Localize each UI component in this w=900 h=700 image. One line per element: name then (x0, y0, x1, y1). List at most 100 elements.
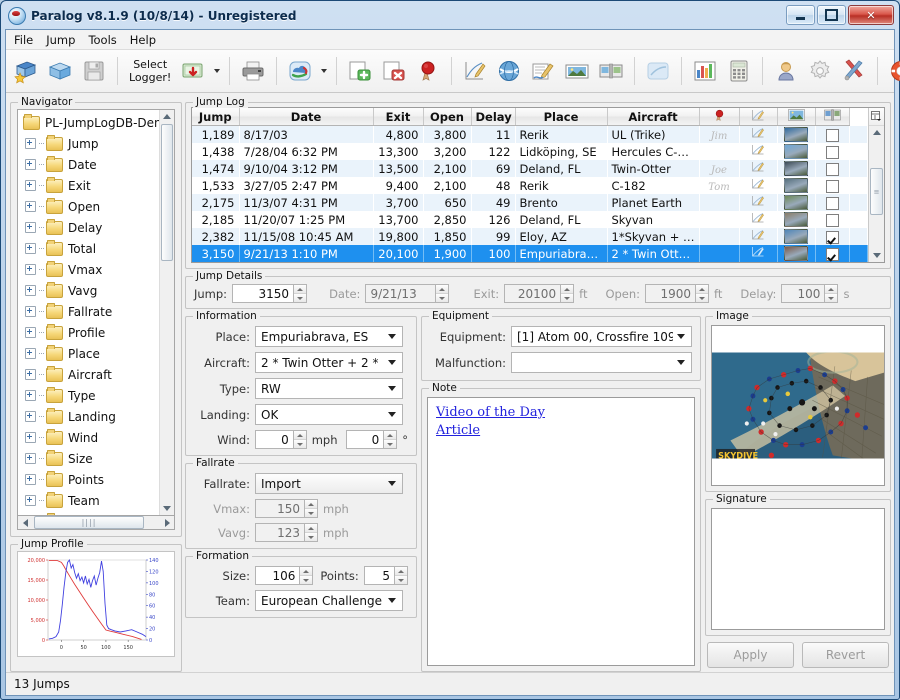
gallery-checkbox-cell[interactable] (815, 160, 849, 177)
stepper-up[interactable] (395, 567, 407, 576)
tree-node-type[interactable]: Type (20, 385, 159, 406)
gallery-checkbox-cell[interactable] (815, 245, 850, 262)
profile-cell[interactable] (739, 177, 777, 194)
column-header-photo[interactable] (777, 108, 816, 126)
scrollbar-thumb[interactable]: |||| (34, 516, 144, 529)
scroll-down-icon[interactable] (869, 249, 884, 262)
fallrate-combobox[interactable]: Import (255, 473, 403, 494)
logger-dropdown-arrow[interactable] (211, 55, 222, 87)
expand-icon[interactable] (25, 285, 36, 296)
jump-image[interactable]: SKYDIVE (711, 325, 885, 486)
expand-icon[interactable] (25, 474, 36, 485)
gallery-icon[interactable] (595, 55, 627, 87)
column-header-aircraft[interactable]: Aircraft (607, 108, 700, 126)
stepper-down[interactable] (305, 509, 317, 517)
stepper-up[interactable] (294, 285, 307, 294)
select-logger-button[interactable]: Select Logger! (125, 58, 175, 84)
gallery-checkbox[interactable] (825, 162, 839, 176)
signature-cell[interactable] (699, 143, 739, 160)
stepper-down[interactable] (395, 576, 407, 584)
expand-icon[interactable] (25, 369, 36, 380)
landing-combobox[interactable]: OK (255, 404, 403, 425)
column-header-place[interactable]: Place (515, 108, 608, 126)
gallery-checkbox[interactable] (825, 213, 839, 227)
note-link-article[interactable]: Article (436, 422, 686, 440)
signature-canvas[interactable] (711, 508, 885, 630)
tree-node-wind[interactable]: Wind (20, 427, 159, 448)
stepper-up[interactable] (696, 285, 709, 294)
gallery-checkbox-cell[interactable] (815, 228, 849, 245)
tree-node-place[interactable]: Place (20, 343, 159, 364)
expand-icon[interactable] (25, 390, 36, 401)
photo-cell[interactable] (777, 228, 815, 245)
gallery-checkbox[interactable] (825, 145, 839, 159)
scrollbar-thumb[interactable]: ≡ (870, 168, 883, 215)
signature-cell[interactable] (699, 194, 739, 211)
stepper-down[interactable] (825, 294, 838, 302)
statistics-icon[interactable] (689, 55, 721, 87)
stepper-down[interactable] (384, 440, 397, 448)
scroll-right-icon[interactable] (160, 518, 174, 527)
tree-node-equipment[interactable]: Equipment (20, 511, 159, 515)
gallery-checkbox[interactable] (825, 128, 839, 142)
jump-log-vertical-scrollbar[interactable]: ≡ (868, 108, 884, 262)
tree-node-vavg[interactable]: Vavg (20, 280, 159, 301)
profile-cell[interactable] (739, 194, 777, 211)
navigator-vertical-scrollbar[interactable] (159, 110, 174, 515)
table-row[interactable]: 2,382 11/15/08 10:45 AM 19,800 1,850 99 Eloy,… (192, 228, 868, 245)
stepper-down[interactable] (300, 576, 313, 584)
stepper-down[interactable] (696, 294, 709, 302)
expand-icon[interactable] (25, 327, 36, 338)
tree-node-aircraft[interactable]: Aircraft (20, 364, 159, 385)
signature-cell[interactable] (699, 228, 739, 245)
stepper-up[interactable] (825, 285, 838, 294)
column-header-gallery[interactable] (815, 108, 850, 126)
calculator-icon[interactable] (723, 55, 755, 87)
expand-icon[interactable] (25, 495, 36, 506)
add-jump-icon[interactable] (344, 55, 376, 87)
wind-speed-input[interactable]: 0 (255, 430, 294, 449)
profile-cell[interactable] (739, 211, 777, 228)
column-chooser-icon[interactable] (869, 108, 884, 126)
scroll-down-icon[interactable] (160, 502, 174, 515)
equipment-combobox[interactable]: [1] Atom 00, Crossfire 109, (511, 326, 692, 347)
stepper-down[interactable] (305, 533, 317, 541)
column-header-jump[interactable]: Jump (192, 108, 240, 126)
place-combobox[interactable]: Empuriabrava, ES (255, 326, 403, 347)
tree-node-open[interactable]: Open (20, 196, 159, 217)
signature-cell[interactable]: Jim (699, 125, 739, 143)
stepper-down[interactable] (294, 294, 307, 302)
tools-icon[interactable] (838, 55, 870, 87)
table-row[interactable]: 3,150 9/21/13 1:10 PM 20,100 1,900 100 Empuri… (192, 245, 868, 262)
table-row[interactable]: 1,189 8/17/03 4,800 3,800 11 Rerik UL (Trike) J… (192, 125, 868, 143)
open-input[interactable]: 1900 (645, 284, 697, 303)
navigator-horizontal-scrollbar[interactable]: |||| (17, 516, 175, 530)
table-row[interactable]: 1,533 3/27/05 2:47 PM 9,400 2,100 48 Rerik C-1… (192, 177, 868, 194)
expand-icon[interactable] (25, 243, 36, 254)
photo-cell[interactable] (777, 177, 815, 194)
scrollbar-thumb[interactable] (161, 124, 173, 261)
print-icon[interactable] (237, 55, 269, 87)
photo-cell[interactable] (777, 194, 815, 211)
points-stepper[interactable] (395, 566, 408, 585)
vmax-stepper[interactable] (305, 499, 318, 518)
jumper-icon[interactable] (770, 55, 802, 87)
photo-cell[interactable] (777, 211, 815, 228)
expand-icon[interactable] (25, 222, 36, 233)
size-stepper[interactable] (300, 566, 314, 585)
profile-chart-icon[interactable] (459, 55, 491, 87)
jump-log-table[interactable]: Jump Date Exit Open Delay Place Aircraft (192, 108, 868, 262)
photo-cell[interactable] (777, 160, 815, 177)
expand-icon[interactable] (25, 348, 36, 359)
vmax-input[interactable]: 150 (255, 499, 305, 518)
menu-item-jump[interactable]: Jump (46, 33, 75, 47)
tree-node-vmax[interactable]: Vmax (20, 259, 159, 280)
signature-cell[interactable] (699, 211, 739, 228)
settings-gear-icon[interactable] (804, 55, 836, 87)
tree-node-size[interactable]: Size (20, 448, 159, 469)
tree-node-delay[interactable]: Delay (20, 217, 159, 238)
gallery-checkbox[interactable] (825, 247, 839, 261)
vavg-stepper[interactable] (305, 523, 318, 542)
vavg-input[interactable]: 123 (255, 523, 305, 542)
menu-item-help[interactable]: Help (130, 33, 156, 47)
